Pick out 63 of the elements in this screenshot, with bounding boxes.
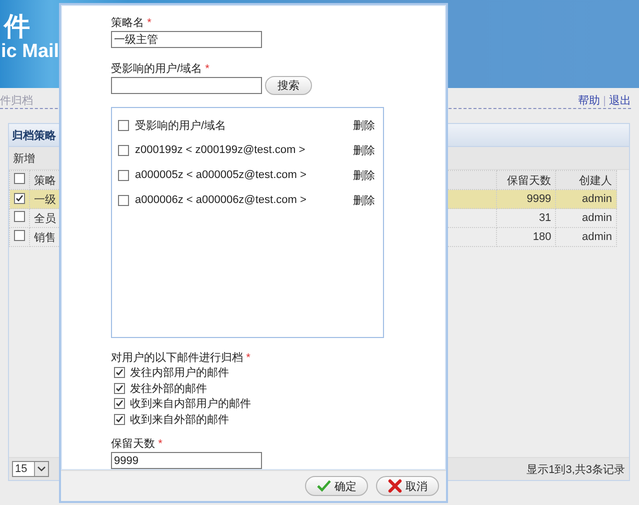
table-cell: 一级 <box>34 194 56 206</box>
required-mark: * <box>147 17 152 29</box>
link-separator: | <box>603 94 606 106</box>
table-cell: 180 <box>532 231 552 243</box>
header-link[interactable]: 帮助 <box>578 93 600 108</box>
column-header: 保留天数 <box>507 174 552 186</box>
breadcrumb: 件归档 <box>0 94 33 108</box>
option-label: 发往外部的邮件 <box>130 382 207 396</box>
delete-link[interactable]: 删除 <box>353 142 375 158</box>
table-cell: 销售 <box>34 232 56 244</box>
checkbox[interactable] <box>118 170 129 181</box>
list-item-text: a000005z < a000005z@test.com > <box>135 169 308 182</box>
header-link[interactable]: 退出 <box>609 93 631 108</box>
toolbar-button[interactable]: 新增 <box>13 150 35 166</box>
confirm-button[interactable]: 确定 <box>305 476 368 496</box>
field-label: 策略名 <box>111 17 144 29</box>
checkbox[interactable] <box>114 382 125 394</box>
list-item-text: a000006z < a000006z@test.com > <box>135 194 308 206</box>
checkbox[interactable] <box>114 414 125 425</box>
table-cell: admin <box>582 231 612 243</box>
checkbox[interactable] <box>14 173 25 184</box>
input-field[interactable] <box>111 77 262 94</box>
cancel-button[interactable]: 取消 <box>376 476 439 496</box>
required-mark: * <box>205 62 210 75</box>
delete-link[interactable]: 删除 <box>353 168 375 183</box>
record-summary: 显示1到3,共3条记录 <box>526 462 625 476</box>
table-cell: admin <box>582 212 612 224</box>
checkbox[interactable] <box>14 230 25 241</box>
checkbox[interactable] <box>118 120 129 131</box>
table-cell: 31 <box>538 212 552 224</box>
checkmark-icon <box>316 480 330 492</box>
field-label: 保留天数 <box>111 438 155 450</box>
checkbox[interactable] <box>114 367 125 378</box>
field-label: 对用户的以下邮件进行归档 <box>111 352 243 364</box>
logo-text: ic Mail <box>1 40 60 64</box>
input-field[interactable]: 9999 <box>111 452 262 469</box>
logo-text: 件 <box>4 12 30 40</box>
checkbox[interactable] <box>118 194 129 206</box>
column-header: 策略 <box>34 174 56 186</box>
checkbox[interactable] <box>114 398 125 410</box>
column-header: 创建人 <box>579 174 612 186</box>
option-label: 收到来自内部用户的邮件 <box>130 396 251 412</box>
option-label: 收到来自外部的邮件 <box>130 412 229 427</box>
search-button[interactable]: 搜索 <box>265 76 312 95</box>
checkbox[interactable] <box>14 192 25 204</box>
required-mark: * <box>158 438 162 450</box>
option-label: 发往内部用户的邮件 <box>130 366 229 380</box>
delete-link[interactable]: 删除 <box>353 192 375 208</box>
table-cell: 9999 <box>526 193 552 205</box>
delete-link[interactable]: 删除 <box>353 118 375 133</box>
checkbox[interactable] <box>14 211 25 222</box>
field-label: 受影响的用户/域名 <box>111 62 202 75</box>
table-cell: admin <box>582 193 612 205</box>
caret-icon <box>37 466 46 472</box>
input-field[interactable]: 一级主管 <box>111 31 262 48</box>
list-item-text: z000199z < z000199z@test.com > <box>135 144 306 156</box>
list-item-text: 受影响的用户/域名 <box>135 118 228 133</box>
checkbox[interactable] <box>118 144 129 156</box>
page-size-select[interactable]: 15 <box>12 461 49 477</box>
table-cell: 全员 <box>34 212 56 224</box>
panel-title: 归档策略 <box>12 128 56 142</box>
close-icon <box>388 479 402 493</box>
required-mark: * <box>246 352 250 364</box>
